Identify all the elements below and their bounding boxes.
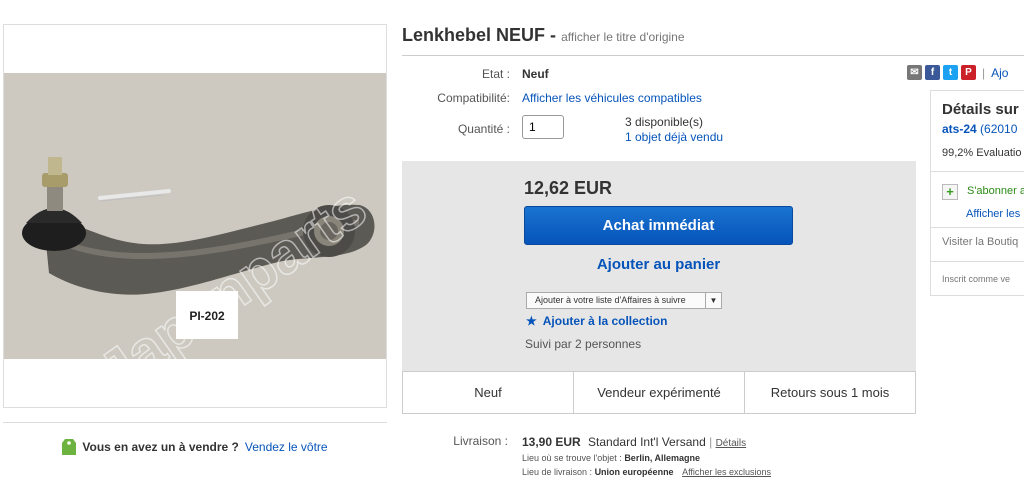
watchlist-select[interactable]: Ajouter à votre liste d'Affaires à suivr… [526, 292, 722, 309]
compat-label: Compatibilité: [437, 91, 510, 105]
item-title: Lenkhebel NEUF [402, 25, 546, 45]
seller-divider-3 [931, 261, 1024, 262]
location-label: Lieu où se trouve l'objet : [522, 453, 622, 463]
share-bar: ✉ f t P | Ajo [907, 65, 1008, 80]
feature-returns: Retours sous 1 mois [770, 385, 890, 400]
seller-items-link[interactable]: Afficher les [966, 208, 1020, 220]
plus-icon[interactable]: + [942, 184, 958, 200]
add-collection-label: Ajouter à la collection [542, 314, 668, 328]
add-collection-link[interactable]: ★ Ajouter à la collection [526, 314, 667, 328]
seller-divider [931, 171, 1024, 172]
sell-question: Vous en avez un à vendre ? [82, 439, 239, 454]
feature-condition: Neuf [403, 372, 574, 413]
add-to-watchlist-link[interactable]: Ajo [991, 66, 1008, 80]
compat-link[interactable]: Afficher les véhicules compatibles [522, 91, 702, 105]
chevron-down-icon[interactable]: ▼ [705, 293, 721, 308]
price-tag-icon [62, 438, 77, 455]
pitman-arm-image: Japanparts PI-202 [4, 73, 386, 359]
share-sep: | [982, 65, 986, 80]
seller-registered: Inscrit comme ve [942, 274, 1011, 284]
qty-label: Quantité : [457, 122, 510, 136]
shipping-row: 13,90 EUR Standard Int'l Versand | Détai… [522, 435, 746, 449]
delivery-value: Union européenne [594, 467, 674, 477]
seller-name-row: ats-24 (62010 [942, 122, 1017, 136]
sold-count-link[interactable]: 1 objet déjà vendu [625, 130, 723, 144]
star-icon: ★ [526, 314, 537, 328]
shipping-details-link[interactable]: Détails [716, 438, 747, 449]
shipping-sep: | [709, 435, 713, 449]
product-image-panel[interactable]: Japanparts PI-202 [3, 24, 387, 408]
available-count: 3 disponible(s) [625, 115, 704, 129]
delivery-location: Lieu de livraison : Union européenne Aff… [522, 467, 771, 477]
seller-panel: Détails sur ats-24 (62010 99,2% Evaluati… [930, 90, 1024, 296]
seller-score: 99,2% Evaluatio [942, 147, 1022, 159]
visit-store-link[interactable]: Visiter la Boutiq [942, 236, 1018, 248]
followers-count: Suivi par 2 personnes [525, 337, 642, 351]
feature-strip: Neuf Vendeur expérimenté Retours sous 1 … [402, 371, 916, 414]
seller-feedback-count[interactable]: (62010 [980, 122, 1017, 136]
feature-seller: Vendeur expérimenté [574, 372, 745, 413]
delivery-label: Lieu de livraison : [522, 467, 593, 477]
original-title-link[interactable]: afficher le titre d'origine [561, 30, 684, 44]
condition-label: Etat : [481, 67, 510, 81]
shipping-label: Livraison : [453, 434, 508, 448]
sell-yours-link[interactable]: Vendez le vôtre [245, 440, 328, 454]
facebook-icon[interactable]: f [925, 65, 940, 80]
twitter-icon[interactable]: t [943, 65, 958, 80]
item-location: Lieu où se trouve l'objet : Berlin, Alle… [522, 453, 700, 463]
location-value: Berlin, Allemagne [624, 453, 700, 463]
quantity-input[interactable] [522, 115, 564, 139]
buy-now-button[interactable]: Achat immédiat [524, 206, 793, 245]
seller-divider-2 [931, 227, 1024, 228]
seller-heading: Détails sur [942, 101, 1019, 118]
title-separator: - [550, 25, 557, 45]
watchlist-select-label: Ajouter à votre liste d'Affaires à suivr… [535, 295, 686, 305]
shipping-cost: 13,90 EUR [522, 435, 581, 449]
sell-yours-row: Vous en avez un à vendre ? Vendez le vôt… [3, 422, 387, 470]
title-divider [402, 55, 1024, 56]
shipping-method: Standard Int'l Versand [588, 435, 706, 449]
price: 12,62 EUR [524, 178, 613, 198]
pinterest-icon[interactable]: P [961, 65, 976, 80]
seller-name-link[interactable]: ats-24 [942, 122, 977, 136]
page-title: Lenkhebel NEUF - afficher le titre d'ori… [402, 25, 685, 46]
product-photo[interactable]: Japanparts PI-202 [4, 73, 386, 359]
email-icon[interactable]: ✉ [907, 65, 922, 80]
add-to-cart-button[interactable]: Ajouter au panier [524, 256, 793, 273]
part-label: PI-202 [189, 309, 225, 323]
condition-value: Neuf [522, 67, 549, 81]
exclusions-link[interactable]: Afficher les exclusions [682, 467, 771, 477]
subscribe-link[interactable]: S'abonner a [967, 185, 1024, 197]
